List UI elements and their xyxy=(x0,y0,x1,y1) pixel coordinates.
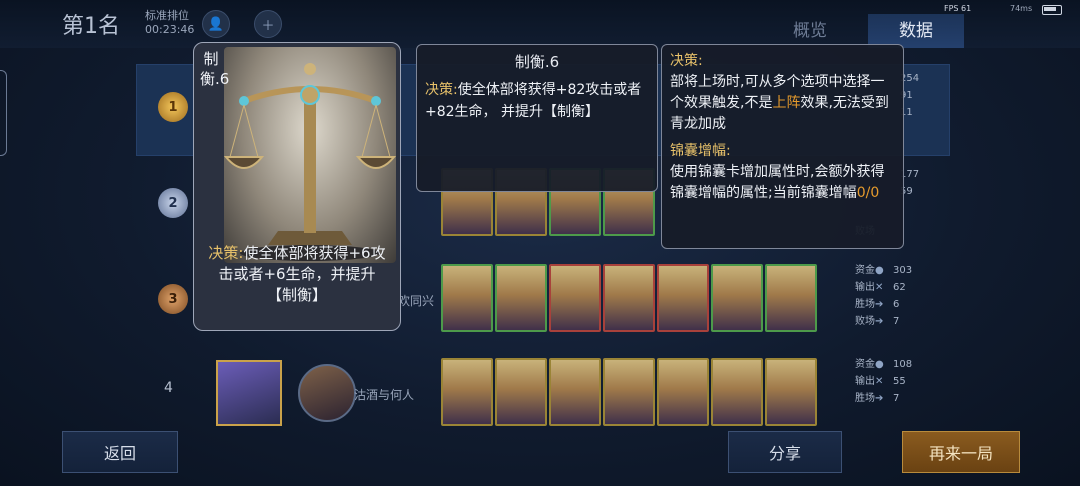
hero-card[interactable] xyxy=(549,358,601,426)
hero-card[interactable] xyxy=(495,358,547,426)
win-arrow-icon: ➔ xyxy=(875,299,884,310)
keyword-decision-title: 决策: xyxy=(670,53,703,69)
loss-arrow-icon: ➔ xyxy=(875,316,884,327)
play-again-button[interactable]: 再来一局 xyxy=(902,431,1020,473)
output-value: 55 xyxy=(893,376,906,387)
card-name: 制衡.6 xyxy=(200,50,230,88)
ping-readout: 74ms xyxy=(1010,4,1033,13)
battery-icon xyxy=(1042,5,1062,15)
match-timer: 00:23:46 xyxy=(145,23,195,36)
hero-card[interactable] xyxy=(549,264,601,332)
rank-medal-silver: 2 xyxy=(158,188,188,218)
tab-overview[interactable]: 概览 xyxy=(762,14,858,48)
share-button[interactable]: 分享 xyxy=(728,431,842,473)
output-value: 62 xyxy=(893,282,906,293)
keyword-boost-title: 锦囊增幅: xyxy=(670,143,731,159)
output-label: 输出 xyxy=(855,376,875,387)
add-friend-icon[interactable]: ＋ xyxy=(254,10,282,38)
hero-card[interactable] xyxy=(711,358,763,426)
hero-card[interactable] xyxy=(657,358,709,426)
wins-label: 胜场 xyxy=(855,393,875,404)
win-arrow-icon: ➔ xyxy=(875,393,884,404)
top-bar: 第1名 标准排位 00:23:46 👤 ＋ FPS 61 74ms 概览 数据 xyxy=(0,0,1080,48)
upgrade-desc-head: 决策: xyxy=(425,82,458,98)
card-art xyxy=(224,47,396,263)
gold-label: 资金 xyxy=(855,359,875,370)
gold-value: 303 xyxy=(893,265,913,276)
upgrade-description: 决策:使全体部将获得+82攻击或者+82生命， 并提升【制衡】 xyxy=(425,79,651,123)
friend-icon[interactable]: 👤 xyxy=(202,10,230,38)
swords-icon: ✕ xyxy=(875,282,884,293)
tab-data[interactable]: 数据 xyxy=(868,14,964,48)
hero-card[interactable] xyxy=(603,358,655,426)
avatar xyxy=(298,364,356,422)
coin-icon: ● xyxy=(875,359,884,370)
wins-value: 6 xyxy=(893,299,900,310)
losses-label: 败场 xyxy=(855,316,875,327)
keyword-explanations: 决策: 部将上场时,可从多个选项中选择一个效果触发,不是上阵效果,无法受到青龙加… xyxy=(670,51,898,204)
rank-medal-bronze: 3 xyxy=(158,284,188,314)
wins-value: 7 xyxy=(893,393,900,404)
mode-info: 标准排位 00:23:46 xyxy=(145,9,194,37)
keyword-tooltip: 决策: 部将上场时,可从多个选项中选择一个效果触发,不是上阵效果,无法受到青龙加… xyxy=(661,44,904,249)
card-description: 决策:使全体部将获得+6攻击或者+6生命，并提升【制衡】 xyxy=(204,243,390,306)
losses-value: 7 xyxy=(893,316,900,327)
upgrade-title: 制衡.6 xyxy=(514,53,560,71)
hero-card[interactable] xyxy=(495,264,547,332)
fps-readout: FPS 61 xyxy=(944,4,972,13)
row3-stats: 资金 ● 303 输出 ✕ 62 胜场 ➔ 6 败场 ➔ 7 xyxy=(855,262,912,330)
hero-card[interactable] xyxy=(765,264,817,332)
row4-stats: 资金 ● 108 输出 ✕ 55 胜场 ➔ 7 xyxy=(855,356,912,407)
card-tooltip: 制衡.6 决策:使全体部将获得+6攻击或者+6生命，并提升【制衡】 xyxy=(193,42,401,331)
hero-card[interactable] xyxy=(657,264,709,332)
rank-number: 4 xyxy=(164,380,173,396)
mode-label: 标准排位 xyxy=(145,9,189,22)
hero-card[interactable] xyxy=(765,358,817,426)
hero-card[interactable] xyxy=(711,264,763,332)
player-name: 沽酒与何人 xyxy=(354,388,415,402)
keyword-boost-text: 使用锦囊卡增加属性时,会额外获得锦囊增幅的属性;当前锦囊增幅0/0 xyxy=(670,164,885,201)
card-desc-body: 使全体部将获得+6攻击或者+6生命，并提升【制衡】 xyxy=(218,244,386,304)
output-label: 输出 xyxy=(855,282,875,293)
swords-icon: ✕ xyxy=(875,376,884,387)
card-desc-head: 决策: xyxy=(208,244,244,262)
avatar xyxy=(216,360,282,426)
keyword-decision-text: 部将上场时,可从多个选项中选择一个效果触发,不是上阵效果,无法受到青龙加成 xyxy=(670,74,889,132)
upgrade-desc-body: 使全体部将获得+82攻击或者+82生命， 并提升【制衡】 xyxy=(425,82,642,120)
gold-value: 108 xyxy=(893,359,913,370)
upgrade-tooltip: 制衡.6 决策:使全体部将获得+82攻击或者+82生命， 并提升【制衡】 xyxy=(416,44,658,192)
rank-medal-gold: 1 xyxy=(158,92,188,122)
placement-title: 第1名 xyxy=(62,14,120,39)
hero-card[interactable] xyxy=(441,358,493,426)
back-button[interactable]: 返回 xyxy=(62,431,178,473)
hero-card[interactable] xyxy=(603,264,655,332)
hero-card[interactable] xyxy=(441,264,493,332)
side-drawer-handle[interactable] xyxy=(0,70,7,156)
balance-scale-icon xyxy=(224,63,396,261)
gold-label: 资金 xyxy=(855,265,875,276)
coin-icon: ● xyxy=(875,265,884,276)
wins-label: 胜场 xyxy=(855,299,875,310)
